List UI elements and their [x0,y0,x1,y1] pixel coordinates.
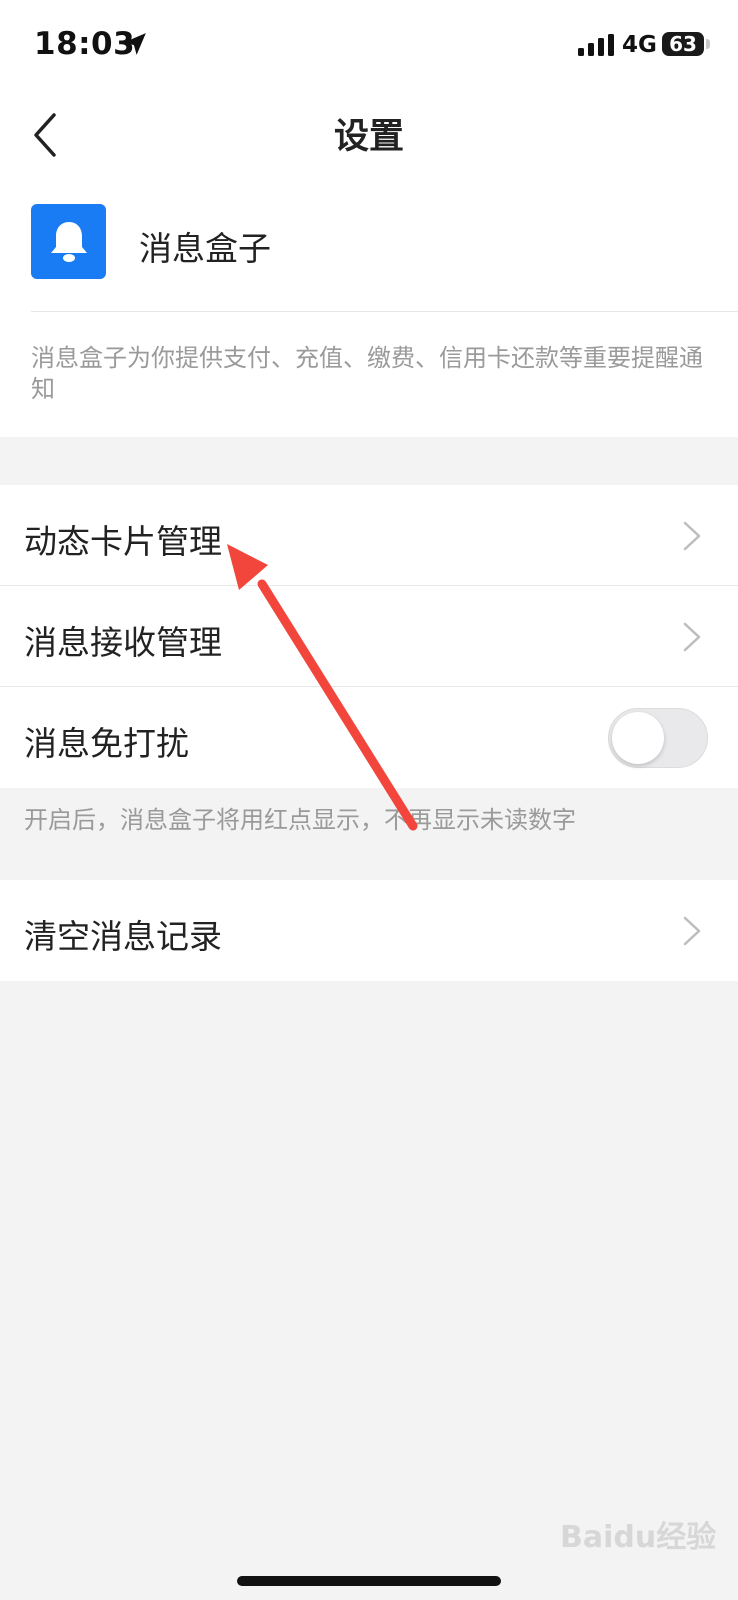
location-arrow-icon [124,33,146,55]
battery-cap [706,39,710,49]
settings-list: 动态卡片管理 消息接收管理 消息免打扰 [0,485,738,788]
chevron-right-icon [683,521,701,551]
page-title: 设置 [333,117,404,157]
list-item-label: 消息免打扰 [24,724,189,763]
settings-screen: 18:03 4G 63 设置 消息盒子 消息盒子为你提供支付、充值、缴费、信用卡… [0,0,738,1600]
clear-history-list: 清空消息记录 [0,880,738,981]
app-icon [31,204,106,279]
list-item-label: 动态卡片管理 [24,522,222,561]
nav-bar: 设置 [0,90,738,180]
do-not-disturb-hint: 开启后，消息盒子将用红点显示，不再显示未读数字 [24,806,576,834]
app-header-card: 消息盒子 消息盒子为你提供支付、充值、缴费、信用卡还款等重要提醒通知 [0,180,738,437]
list-item-dynamic-card-management[interactable]: 动态卡片管理 [0,485,738,586]
list-item-message-receive-management[interactable]: 消息接收管理 [0,586,738,687]
app-description: 消息盒子为你提供支付、充值、缴费、信用卡还款等重要提醒通知 [31,344,703,403]
chevron-right-icon [683,622,701,652]
status-time: 18:03 [34,26,136,62]
list-item-clear-message-history[interactable]: 清空消息记录 [0,880,738,981]
chevron-right-icon [683,916,701,946]
status-bar: 18:03 4G 63 [0,0,738,90]
list-item-label: 清空消息记录 [24,917,222,956]
do-not-disturb-toggle[interactable] [608,708,708,768]
app-name: 消息盒子 [139,229,271,268]
bell-icon [51,222,87,262]
divider [31,311,738,312]
home-indicator[interactable] [237,1576,501,1586]
network-type: 4G [622,32,657,58]
baidu-watermark-logo: Baidu经验 [560,1520,717,1555]
list-item-do-not-disturb: 消息免打扰 [0,687,738,788]
signal-bars-icon [578,34,614,56]
toggle-knob [612,712,664,764]
battery-level: 63 [669,32,697,56]
list-item-label: 消息接收管理 [24,623,222,662]
battery-icon: 63 [662,32,704,56]
